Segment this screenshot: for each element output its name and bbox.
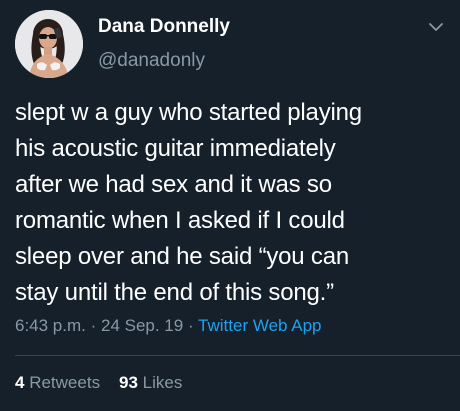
- likes-label: Likes: [142, 373, 183, 392]
- likes-stat[interactable]: 93 Likes: [119, 373, 182, 392]
- tweet-time[interactable]: 6:43 p.m.: [15, 316, 86, 335]
- tweet-text-line: sleep over and he said “you can: [15, 243, 350, 270]
- likes-count: 93: [118, 373, 138, 392]
- tweet-text-line: romantic when I asked if I could: [15, 207, 345, 234]
- tweet-text-line: after we had sex and it was so: [15, 171, 332, 198]
- author-handle[interactable]: @danadonly: [98, 50, 205, 72]
- author-name[interactable]: Dana Donnelly: [98, 16, 230, 38]
- tweet-source-link[interactable]: Twitter Web App: [198, 316, 321, 335]
- chevron-down-icon[interactable]: [425, 16, 447, 38]
- retweets-count: 4: [15, 373, 25, 392]
- divider: [15, 355, 460, 356]
- tweet-text-line: his acoustic guitar immediately: [15, 135, 336, 162]
- retweets-label: Retweets: [29, 373, 101, 392]
- tweet-meta: 6:43 p.m. · 24 Sep. 19 · Twitter Web App: [15, 316, 322, 336]
- tweet-stats: 4 Retweets 93 Likes: [15, 373, 182, 393]
- meta-separator: ·: [183, 316, 199, 335]
- avatar[interactable]: [15, 10, 83, 78]
- meta-separator: ·: [85, 316, 101, 335]
- tweet-date[interactable]: 24 Sep. 19: [101, 316, 183, 335]
- avatar-image: [15, 10, 83, 78]
- tweet-card: Dana Donnelly @danadonly slept w a guy w…: [0, 0, 460, 411]
- retweets-stat[interactable]: 4 Retweets: [15, 373, 100, 392]
- tweet-text: slept w a guy who started playing his ac…: [15, 95, 455, 311]
- tweet-text-line: stay until the end of this song.”: [15, 279, 334, 306]
- tweet-text-line: slept w a guy who started playing: [15, 99, 362, 126]
